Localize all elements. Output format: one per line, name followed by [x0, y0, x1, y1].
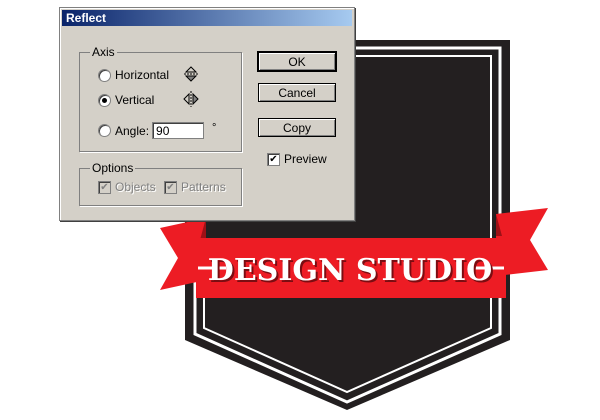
banner-text: DESIGN STUDIO — [208, 253, 492, 288]
vertical-radio-button[interactable] — [98, 93, 111, 107]
preview-checkbox-label: Preview — [284, 152, 327, 166]
ok-button[interactable]: OK — [257, 51, 337, 72]
patterns-checkbox: ✔ Patterns — [164, 180, 226, 194]
angle-degree-unit: ° — [212, 121, 217, 134]
preview-checkbox-box[interactable]: ✔ — [267, 152, 280, 166]
horizontal-radio-label: Horizontal — [115, 68, 170, 82]
reflect-dialog: Reflect Axis Horizontal Vertical Angle: … — [59, 7, 355, 221]
reflect-vertical-icon — [183, 91, 199, 107]
vertical-radio-label: Vertical — [115, 93, 155, 107]
options-group-label: Options — [90, 161, 136, 175]
objects-checkbox-label: Objects — [115, 180, 156, 194]
axis-group-label: Axis — [90, 45, 117, 59]
patterns-checkbox-box: ✔ — [164, 180, 177, 194]
patterns-checkbox-label: Patterns — [181, 180, 226, 194]
reflect-horizontal-icon — [184, 66, 198, 82]
vertical-radio[interactable]: Vertical — [98, 93, 154, 107]
angle-radio-label: Angle: — [115, 123, 150, 138]
preview-checkbox[interactable]: ✔ Preview — [267, 152, 327, 166]
copy-button[interactable]: Copy — [258, 118, 336, 137]
objects-checkbox: ✔ Objects — [98, 180, 156, 194]
angle-input[interactable] — [152, 122, 205, 139]
horizontal-radio[interactable]: Horizontal — [98, 68, 169, 82]
dialog-title: Reflect — [66, 11, 107, 25]
cancel-button[interactable]: Cancel — [258, 83, 336, 102]
objects-checkbox-box: ✔ — [98, 180, 111, 194]
angle-radio-button[interactable] — [98, 124, 111, 137]
angle-radio[interactable]: Angle: ° — [98, 122, 216, 139]
dialog-titlebar[interactable]: Reflect — [62, 10, 352, 26]
horizontal-radio-button[interactable] — [98, 68, 111, 82]
